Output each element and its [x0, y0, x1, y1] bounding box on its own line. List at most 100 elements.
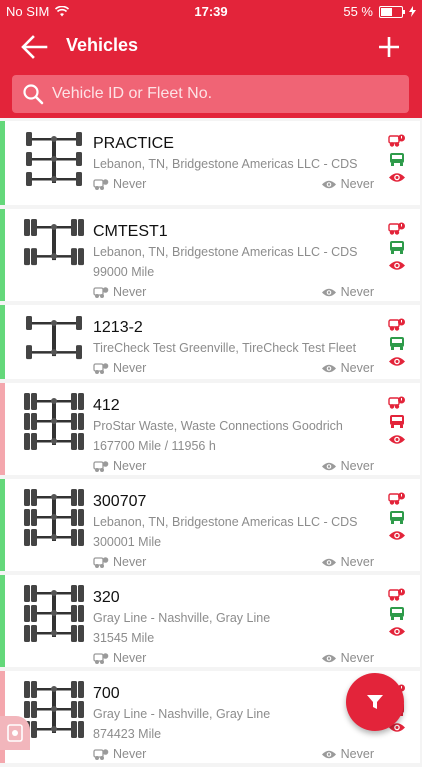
- tire-check-icon: [93, 748, 109, 760]
- last-viewed-text: Never: [340, 285, 374, 299]
- vehicle-location: Gray Line - Nashville, Gray Line: [93, 611, 271, 625]
- vehicle-card[interactable]: 412 ProStar Waste, Waste Connections Goo…: [0, 383, 420, 475]
- tire-check-icon: [93, 652, 109, 664]
- filter-button[interactable]: [346, 673, 404, 731]
- vehicle-location: ProStar Waste, Waste Connections Goodric…: [93, 419, 343, 433]
- charging-icon: [409, 6, 416, 17]
- vehicle-id: 412: [93, 397, 120, 414]
- visibility-status-icon: [389, 173, 405, 182]
- device-icon: [7, 724, 23, 742]
- truck-status-icon: [390, 511, 404, 524]
- app-bar: Vehicles: [0, 22, 422, 118]
- status-icons: [388, 491, 408, 546]
- last-inspection-text: Never: [113, 651, 147, 665]
- visibility-status-icon: [389, 627, 405, 636]
- vehicle-card[interactable]: 320 Gray Line - Nashville, Gray Line 315…: [0, 575, 420, 667]
- vehicle-mileage: 300001 Mile: [93, 535, 162, 549]
- last-inspection: Never: [93, 555, 146, 569]
- status-icons: [388, 587, 408, 642]
- vehicle-id: 1213-2: [93, 319, 143, 336]
- status-icons: [388, 317, 408, 372]
- truck-status-icon: [390, 153, 404, 166]
- page-title: Vehicles: [66, 35, 139, 55]
- vehicle-mileage: 31545 Mile: [93, 631, 155, 645]
- last-viewed-text: Never: [340, 651, 374, 665]
- eye-icon: [321, 462, 336, 470]
- tire-check-icon: [93, 286, 109, 298]
- last-viewed-text: Never: [340, 555, 374, 569]
- last-inspection: Never: [93, 651, 146, 665]
- tire-check-icon: [93, 556, 109, 568]
- tire-check-icon: [93, 362, 109, 374]
- vehicle-mileage: 874423 Mile: [93, 727, 162, 741]
- last-inspection: Never: [93, 285, 146, 299]
- search-input[interactable]: [50, 84, 394, 104]
- vehicle-id: 700: [93, 685, 120, 702]
- last-inspection: Never: [93, 177, 146, 191]
- visibility-status-icon: [389, 357, 405, 366]
- search-bar[interactable]: [12, 75, 409, 113]
- last-viewed-text: Never: [340, 177, 374, 191]
- vehicle-card[interactable]: PRACTICE Lebanon, TN, Bridgestone Americ…: [0, 121, 420, 205]
- vehicle-card[interactable]: 300707 Lebanon, TN, Bridgestone Americas…: [0, 479, 420, 571]
- tire-alert-icon: [388, 396, 405, 409]
- last-viewed: Never: [321, 361, 374, 375]
- last-inspection-text: Never: [113, 361, 147, 375]
- last-inspection-text: Never: [113, 555, 147, 569]
- last-viewed: Never: [321, 285, 374, 299]
- last-inspection: Never: [93, 361, 146, 375]
- tire-alert-icon: [388, 492, 405, 505]
- vehicle-card[interactable]: 1213-2 TireCheck Test Greenville, TireCh…: [0, 305, 420, 379]
- vehicle-list: PRACTICE Lebanon, TN, Bridgestone Americ…: [0, 121, 422, 767]
- tire-alert-icon: [388, 222, 405, 235]
- battery-icon: [379, 5, 405, 18]
- axle-diagram-icon: [24, 681, 84, 738]
- vehicle-location: Lebanon, TN, Bridgestone Americas LLC - …: [93, 157, 358, 171]
- axle-diagram-icon: [26, 132, 82, 186]
- add-vehicle-button[interactable]: [376, 34, 402, 60]
- last-viewed-text: Never: [340, 459, 374, 473]
- eye-icon: [321, 558, 336, 566]
- filter-icon: [367, 695, 383, 709]
- vehicle-id: 320: [93, 589, 120, 606]
- last-inspection-text: Never: [113, 459, 147, 473]
- last-inspection-text: Never: [113, 177, 147, 191]
- last-viewed: Never: [321, 651, 374, 665]
- vehicle-location: Lebanon, TN, Bridgestone Americas LLC - …: [93, 245, 358, 259]
- back-button[interactable]: [20, 34, 48, 60]
- vehicle-location: Gray Line - Nashville, Gray Line: [93, 707, 271, 721]
- status-icons: [388, 133, 408, 188]
- status-icons: [388, 395, 408, 450]
- last-inspection-text: Never: [113, 285, 147, 299]
- axle-diagram-icon: [24, 393, 84, 450]
- last-inspection: Never: [93, 747, 146, 761]
- status-icons: [388, 221, 408, 276]
- visibility-status-icon: [389, 261, 405, 270]
- eye-icon: [321, 654, 336, 662]
- last-viewed-text: Never: [340, 747, 374, 761]
- axle-diagram-icon: [24, 489, 84, 546]
- visibility-status-icon: [389, 531, 405, 540]
- last-viewed-text: Never: [340, 361, 374, 375]
- tire-alert-icon: [388, 318, 405, 331]
- vehicle-mileage: 99000 Mile: [93, 265, 155, 279]
- truck-status-icon: [390, 415, 404, 428]
- sync-indicator[interactable]: [0, 716, 30, 750]
- last-viewed: Never: [321, 177, 374, 191]
- vehicle-id: PRACTICE: [93, 135, 174, 152]
- last-inspection-text: Never: [113, 747, 147, 761]
- search-icon: [23, 84, 44, 105]
- axle-diagram-icon: [24, 585, 84, 642]
- last-viewed: Never: [321, 747, 374, 761]
- vehicle-card[interactable]: CMTEST1 Lebanon, TN, Bridgestone America…: [0, 209, 420, 301]
- tire-alert-icon: [388, 134, 405, 147]
- axle-diagram-icon: [26, 316, 82, 360]
- last-viewed: Never: [321, 459, 374, 473]
- tire-check-icon: [93, 178, 109, 190]
- battery-percent: 55 %: [343, 4, 373, 19]
- vehicle-location: TireCheck Test Greenville, TireCheck Tes…: [93, 341, 357, 355]
- eye-icon: [321, 750, 336, 758]
- truck-status-icon: [390, 607, 404, 620]
- vehicle-id: CMTEST1: [93, 223, 168, 240]
- tire-check-icon: [93, 460, 109, 472]
